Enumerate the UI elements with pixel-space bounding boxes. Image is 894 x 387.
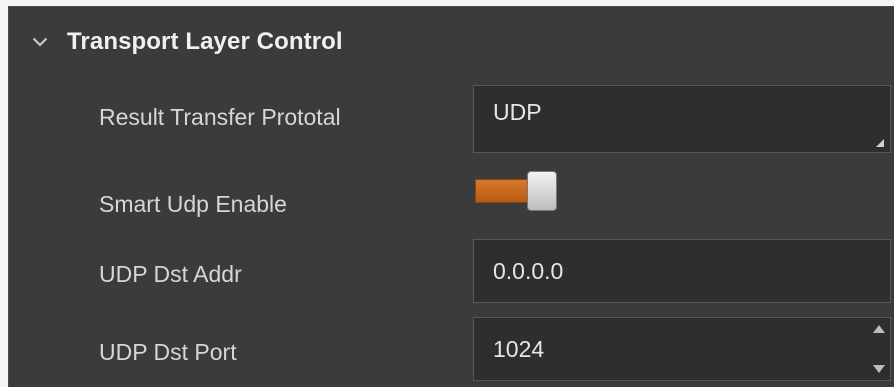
udp-dst-addr-input[interactable]: 0.0.0.0 [473, 239, 891, 303]
spin-down-icon[interactable] [872, 362, 886, 376]
dropdown-corner-icon [876, 139, 884, 147]
udp-dst-port-value: 1024 [493, 335, 545, 362]
udp-dst-port-label: UDP Dst Port [99, 339, 237, 365]
spin-up-icon[interactable] [872, 322, 886, 336]
udp-dst-port-spinbox[interactable]: 1024 [473, 317, 891, 381]
section-title: Transport Layer Control [67, 28, 343, 55]
result-transfer-protocol-label: Result Transfer Prototal [99, 104, 341, 130]
udp-dst-addr-label: UDP Dst Addr [99, 261, 242, 287]
smart-udp-enable-toggle[interactable] [475, 171, 557, 211]
udp-dst-addr-value: 0.0.0.0 [493, 257, 564, 284]
result-transfer-protocol-value: UDP [493, 99, 542, 125]
smart-udp-enable-label: Smart Udp Enable [99, 191, 287, 217]
parameter-panel: Transport Layer Control Result Transfer … [8, 6, 894, 387]
result-transfer-protocol-select[interactable]: UDP [473, 85, 891, 153]
toggle-knob[interactable] [527, 171, 557, 211]
section-header-transport-layer-control[interactable]: Transport Layer Control [9, 7, 894, 77]
chevron-down-icon[interactable] [29, 31, 51, 53]
